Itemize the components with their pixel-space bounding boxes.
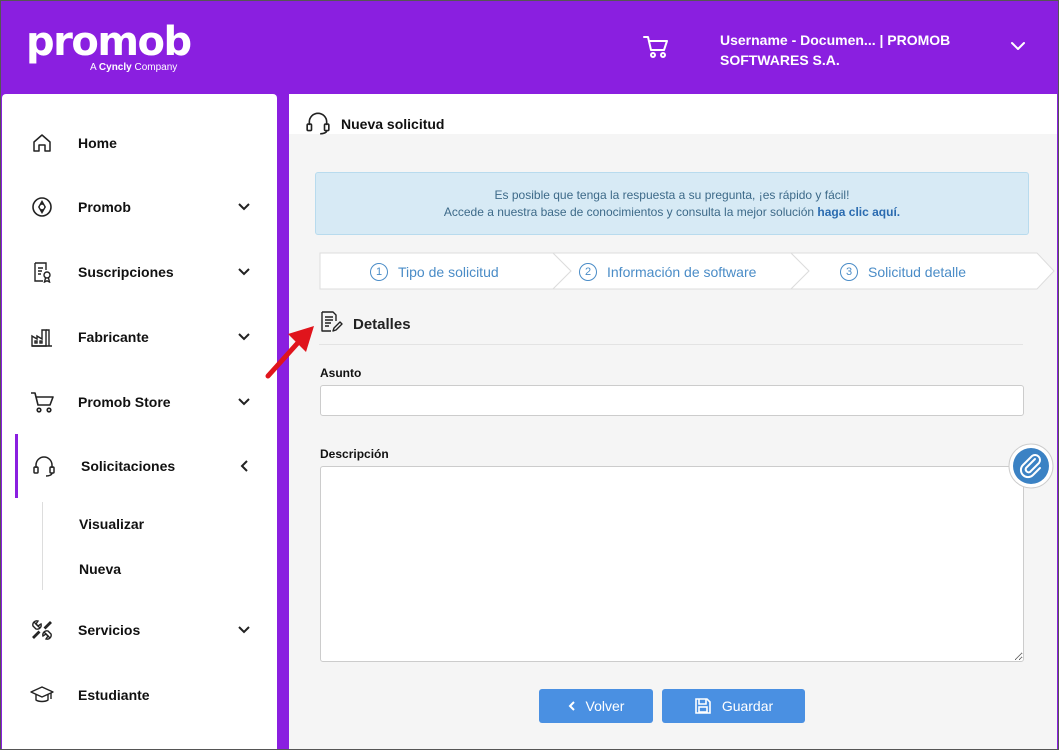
shopping-cart-icon[interactable] [642,34,670,60]
chevron-left-icon [568,701,575,711]
logo-wordmark: promob [26,19,192,65]
subscription-icon [30,260,54,284]
top-header: promob A Cyncly Company Username - Docum… [0,0,1059,92]
document-edit-icon [321,311,343,332]
sidebar-item-suscripciones[interactable]: Suscripciones [2,247,277,297]
sidebar-item-promob[interactable]: Promob [2,182,277,232]
promob-icon [30,195,54,219]
main-panel: Nueva solicitud Es posible que tenga la … [289,94,1057,750]
save-button[interactable]: Guardar [662,689,805,723]
sidebar-item-label: Estudiante [78,687,150,703]
info-banner: Es posible que tenga la respuesta a su p… [315,172,1029,235]
sidebar-item-label: Promob Store [78,394,171,410]
sidebar-item-label: Solicitaciones [81,458,176,474]
sidebar-item-label: Fabricante [78,329,149,345]
chevron-down-icon[interactable] [1008,38,1028,54]
chevron-down-icon [236,329,252,345]
red-arrow-annotation [265,326,314,379]
section-header: Detalles [319,310,1023,345]
chevron-left-icon [236,458,252,474]
asunto-label: Asunto [320,366,362,380]
sidebar-item-promob-store[interactable]: Promob Store [2,377,277,427]
tools-icon [30,618,54,642]
graduation-cap-icon [30,683,54,707]
sidebar-nav: Home Promob Suscripciones Fabricante Pro… [2,94,277,750]
promob-logo[interactable]: promob A Cyncly Company [26,19,192,73]
chevron-down-icon [236,622,252,638]
submenu-divider [42,502,43,590]
sidebar-item-servicios[interactable]: Servicios [2,605,277,655]
knowledge-base-link[interactable]: haga clic aquí. [817,205,900,219]
asunto-input[interactable] [320,385,1024,416]
logo-tagline: A Cyncly Company [90,62,178,73]
back-button[interactable]: Volver [539,689,653,723]
descripcion-label: Descripción [320,447,389,461]
chevron-down-icon [236,264,252,280]
descripcion-textarea[interactable] [320,466,1024,662]
section-title: Detalles [353,316,411,333]
home-icon [30,131,54,155]
sidebar-item-estudiante[interactable]: Estudiante [2,670,277,720]
sidebar-item-label: Promob [78,199,131,215]
chevron-down-icon [236,199,252,215]
sidebar-subitem-visualizar[interactable]: Visualizar [79,516,144,532]
sidebar-subitem-nueva[interactable]: Nueva [79,561,121,577]
sidebar-item-label: Home [78,135,117,151]
step-tipo-de-solicitud[interactable]: 1 Tipo de solicitud [370,263,499,281]
floppy-disk-icon [695,698,711,714]
info-text-line1: Es posible que tenga la respuesta a su p… [494,188,850,202]
sidebar-item-label: Servicios [78,622,141,638]
info-text-line2: Accede a nuestra base de conocimientos y… [443,205,901,219]
sidebar-item-home[interactable]: Home [2,118,277,168]
step-informacion-de-software[interactable]: 2 Información de software [579,263,756,281]
factory-icon [30,325,54,349]
paperclip-icon[interactable] [1008,443,1054,489]
wizard-steps: 1 Tipo de solicitud 2 Información de softw… [319,252,1055,290]
headset-icon [32,454,56,478]
sidebar-item-fabricante[interactable]: Fabricante [2,312,277,362]
headset-icon [306,112,330,135]
cart-icon [30,390,54,414]
page-title: Nueva solicitud [341,116,445,132]
step-solicitud-detalle[interactable]: 3 Solicitud detalle [840,263,966,281]
sidebar-item-solicitaciones[interactable]: Solicitaciones [15,434,277,498]
chevron-down-icon [236,394,252,410]
sidebar-item-label: Suscripciones [78,264,174,280]
user-account-label[interactable]: Username - Documen... | PROMOB SOFTWARES… [720,30,980,70]
